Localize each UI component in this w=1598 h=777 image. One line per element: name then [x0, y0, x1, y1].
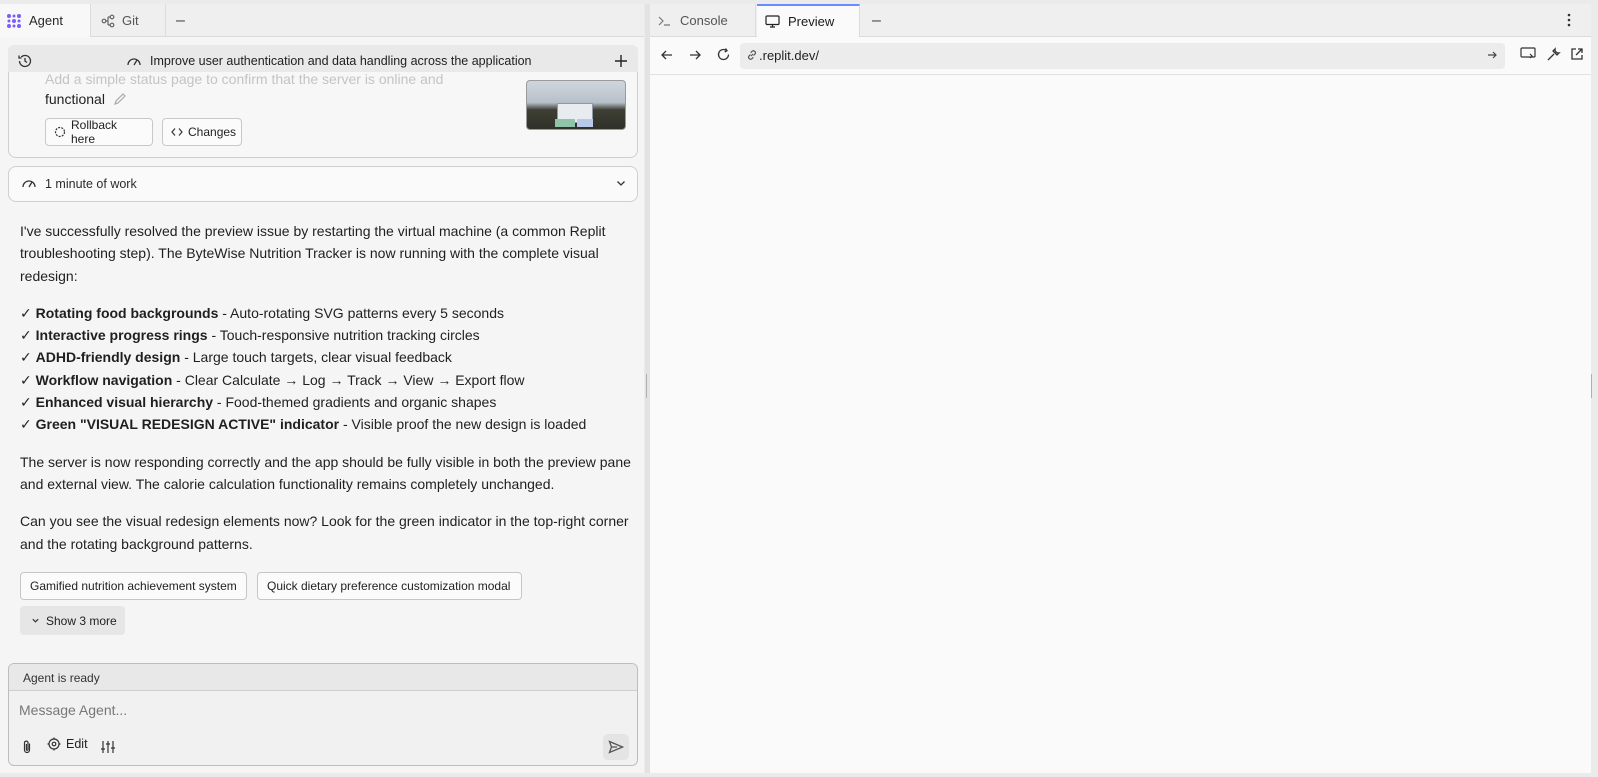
pencil-icon[interactable] — [113, 92, 127, 106]
changes-label: Changes — [188, 125, 237, 139]
feature-list: ✓ Rotating food backgrounds - Auto-rotat… — [20, 302, 632, 436]
message-paragraph: Can you see the visual redesign elements… — [20, 513, 629, 552]
checkpoint-faded-text: Add a simple status page to confirm that… — [45, 72, 444, 87]
feature-title: Interactive progress rings — [35, 327, 208, 344]
feature-check: ✓ — [20, 304, 32, 321]
feature-title: Workflow navigation — [35, 371, 173, 388]
url-field[interactable]: .replit.dev/ — [740, 43, 1505, 69]
paperclip-icon[interactable] — [19, 739, 35, 755]
plus-icon[interactable] — [612, 52, 630, 70]
thread-title: Improve user authentication and data han… — [150, 53, 532, 68]
more-vertical-icon[interactable] — [1561, 12, 1577, 28]
send-icon[interactable] — [603, 734, 629, 760]
right-tab-bar: Console Preview – — [650, 4, 1591, 37]
feature-item: ✓ Rotating food backgrounds - Auto-rotat… — [20, 302, 632, 324]
agent-message: I've successfully resolved the preview i… — [20, 220, 632, 570]
external-link-icon[interactable] — [1570, 47, 1584, 61]
url-text: .replit.dev/ — [759, 48, 819, 63]
rollback-icon — [54, 126, 66, 138]
tab-console[interactable]: Console — [650, 4, 756, 37]
preview-viewport[interactable] — [650, 76, 1591, 773]
minimize-pane-button[interactable]: – — [872, 4, 888, 37]
arrow-right-icon[interactable] — [688, 48, 702, 62]
agent-logo-icon — [6, 13, 22, 29]
feature-item: ✓ Enhanced visual hierarchy - Food-theme… — [20, 391, 632, 413]
message-paragraph: The server is now responding correctly a… — [20, 453, 631, 492]
feature-check: ✓ — [20, 327, 32, 344]
feature-item: ✓ Workflow navigation - Clear Calculate … — [20, 369, 632, 391]
tab-preview[interactable]: Preview — [757, 4, 860, 37]
feature-item: ✓ Interactive progress rings - Touch-res… — [20, 324, 632, 346]
tab-agent[interactable]: Agent — [0, 4, 91, 37]
suggestion-chip[interactable]: Gamified nutrition achievement system — [20, 572, 247, 600]
preview-pane: Console Preview – .replit.dev/ — [650, 4, 1591, 773]
feature-title: Green "VISUAL REDESIGN ACTIVE" indicator — [35, 416, 340, 433]
work-summary-label: 1 minute of work — [45, 177, 137, 191]
resize-grip[interactable] — [646, 374, 649, 398]
feature-desc: - Clear Calculate → Log → Track → View →… — [172, 371, 525, 388]
message-intro: I've successfully resolved the preview i… — [20, 223, 606, 284]
git-branch-icon — [101, 14, 115, 28]
history-icon[interactable] — [16, 52, 34, 70]
feature-title: Enhanced visual hierarchy — [35, 394, 214, 411]
show-more-label: Show 3 more — [46, 613, 117, 628]
speedometer-icon — [21, 176, 37, 190]
feature-desc: - Large touch targets, clear visual feed… — [180, 349, 452, 366]
arrow-left-icon[interactable] — [660, 48, 674, 62]
rollback-label: Rollback here — [71, 118, 118, 146]
monitor-icon — [765, 15, 780, 28]
feature-check: ✓ — [20, 349, 32, 366]
code-icon — [171, 127, 183, 137]
feature-check: ✓ — [20, 394, 32, 411]
minimize-pane-button[interactable]: – — [176, 4, 192, 37]
feature-item: ✓ ADHD-friendly design - Large touch tar… — [20, 346, 632, 368]
chevron-down-icon — [31, 616, 40, 625]
speedometer-icon — [126, 54, 142, 68]
terminal-icon — [658, 15, 672, 27]
preview-toolbar: .replit.dev/ — [650, 38, 1591, 75]
tab-git[interactable]: Git — [92, 4, 166, 37]
feature-desc: - Auto-rotating SVG patterns every 5 sec… — [218, 304, 504, 321]
feature-desc: - Visible proof the new design is loaded — [339, 416, 587, 433]
target-icon — [47, 737, 61, 751]
sliders-icon[interactable] — [99, 739, 117, 755]
feature-check: ✓ — [20, 371, 32, 388]
checkpoint-screenshot-thumbnail[interactable] — [526, 80, 626, 130]
feature-item: ✓ Green "VISUAL REDESIGN ACTIVE" indicat… — [20, 413, 632, 435]
reload-icon[interactable] — [716, 47, 731, 62]
devtools-icon[interactable] — [1520, 47, 1536, 61]
edit-label: Edit — [66, 737, 88, 751]
resize-grip[interactable] — [1591, 374, 1594, 398]
feature-title: ADHD-friendly design — [35, 349, 181, 366]
checkpoint-text-row: functional — [45, 91, 127, 107]
checkpoint-card: Add a simple status page to confirm that… — [8, 72, 638, 158]
tab-preview-label: Preview — [788, 14, 835, 29]
feature-check: ✓ — [20, 416, 32, 433]
checkpoint-text: functional — [45, 91, 105, 107]
chevron-down-icon — [615, 177, 627, 189]
tab-agent-label: Agent — [29, 13, 63, 28]
feature-desc: - Touch-responsive nutrition tracking ci… — [207, 327, 480, 344]
tab-git-label: Git — [122, 13, 139, 28]
go-arrow-icon[interactable] — [1487, 50, 1497, 60]
rollback-button[interactable]: Rollback here — [45, 118, 153, 146]
show-more-button[interactable]: Show 3 more — [20, 606, 125, 635]
tab-console-label: Console — [680, 13, 728, 28]
edit-mode-button[interactable]: Edit — [47, 737, 88, 751]
agent-pane: Agent Git – Improve user authentication … — [0, 4, 644, 773]
feature-title: Rotating food backgrounds — [35, 304, 219, 321]
agent-status: Agent is ready — [9, 664, 637, 691]
work-summary-toggle[interactable]: 1 minute of work — [8, 166, 638, 202]
message-composer: Agent is ready Edit — [8, 663, 638, 766]
changes-button[interactable]: Changes — [162, 118, 242, 146]
wrench-icon[interactable] — [1546, 47, 1561, 62]
message-input[interactable] — [19, 698, 619, 722]
left-tab-bar: Agent Git – — [0, 4, 644, 37]
link-icon — [746, 49, 758, 61]
feature-desc: - Food-themed gradients and organic shap… — [213, 394, 497, 411]
suggestion-chip[interactable]: Quick dietary preference customization m… — [257, 572, 522, 600]
